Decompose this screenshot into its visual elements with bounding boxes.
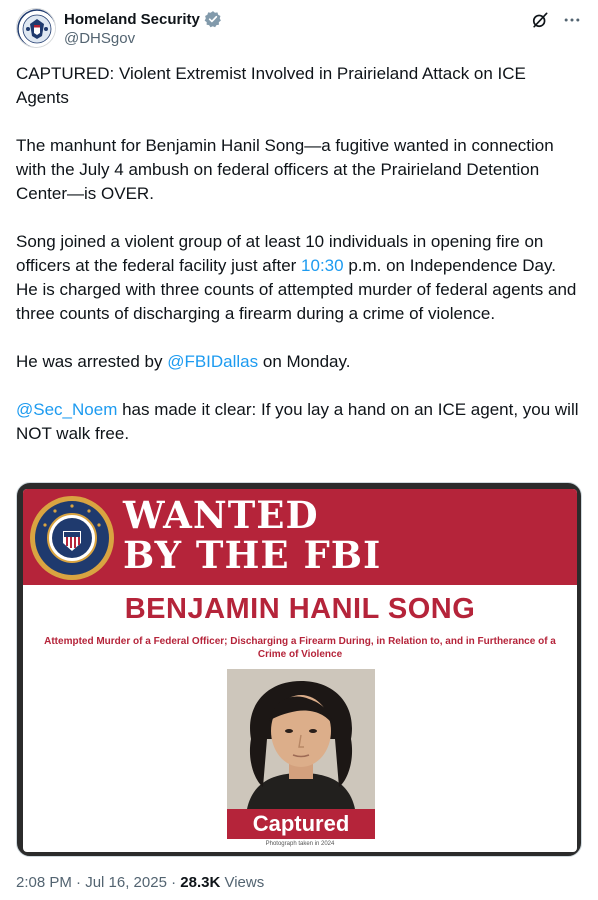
tweet-paragraph-arrest: He was arrested by @FBIDallas on Monday. <box>16 350 582 374</box>
views-label: Views <box>220 874 265 891</box>
timestamp-link[interactable]: 2:08 PM · Jul 16, 2025 · <box>16 874 180 891</box>
verified-badge-icon <box>204 10 222 28</box>
handle[interactable]: @DHSgov <box>64 30 135 47</box>
tweet-header: Homeland Security @DHSgov <box>16 8 582 52</box>
suspect-photo <box>227 669 375 809</box>
arrest-text-start: He was arrested by <box>16 352 168 371</box>
tweet-text: CAPTURED: Violent Extremist Involved in … <box>16 62 582 470</box>
header-actions <box>530 10 582 30</box>
wanted-poster: WANTED BY THE FBI BENJAMIN HANIL SONG At… <box>23 489 577 852</box>
photo-caption: Photograph taken in 2024 <box>265 841 335 847</box>
poster-banner: WANTED BY THE FBI <box>23 489 577 585</box>
tweet-media-image[interactable]: WANTED BY THE FBI BENJAMIN HANIL SONG At… <box>16 482 582 857</box>
grok-icon[interactable] <box>530 10 550 30</box>
name-row: Homeland Security <box>64 10 222 28</box>
mention-fbidallas[interactable]: @FBIDallas <box>167 352 258 371</box>
captured-status: Captured <box>227 809 375 839</box>
mention-sec-noem[interactable]: @Sec_Noem <box>16 400 117 419</box>
tweet-paragraph-headline: CAPTURED: Violent Extremist Involved in … <box>16 64 526 107</box>
tweet-paragraph-manhunt: The manhunt for Benjamin Hanil Song—a fu… <box>16 136 554 203</box>
time-link[interactable]: 10:30 <box>301 256 344 275</box>
display-name[interactable]: Homeland Security <box>64 11 200 28</box>
arrest-text-end: on Monday. <box>258 352 351 371</box>
avatar[interactable] <box>16 8 56 48</box>
dhs-seal-icon <box>17 9 55 47</box>
more-icon[interactable] <box>562 10 582 30</box>
fbi-seal-icon <box>30 496 114 580</box>
suspect-name: BENJAMIN HANIL SONG <box>124 593 476 625</box>
tweet-meta: 2:08 PM · Jul 16, 2025 · 28.3K Views <box>16 874 264 891</box>
charges-text: Attempted Murder of a Federal Officer; D… <box>44 636 556 660</box>
tweet-paragraph-details: Song joined a violent group of at least … <box>16 230 582 326</box>
tweet-paragraph-statement: @Sec_Noem has made it clear: If you lay … <box>16 398 582 446</box>
poster-title: WANTED BY THE FBI <box>123 493 382 577</box>
views-count: 28.3K <box>180 874 221 891</box>
